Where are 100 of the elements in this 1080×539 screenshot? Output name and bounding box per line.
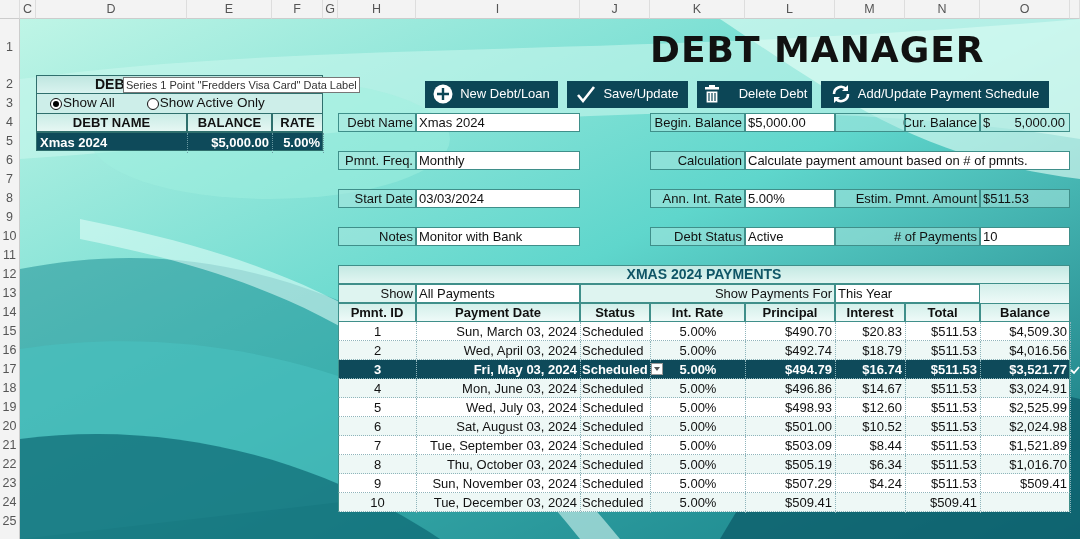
table-row[interactable]: 5 Wed, July 03, 2024 Scheduled 5.00% $498.93 $12.60 $511.53 $2,525.99 xyxy=(338,398,1070,417)
delete-button[interactable]: Delete Debt xyxy=(697,80,812,108)
dropdown-field[interactable]: All Payments xyxy=(416,284,580,303)
column-header[interactable]: F xyxy=(272,0,323,19)
table-row[interactable]: 8 Thu, October 03, 2024 Scheduled 5.00% $505.19 $6.34 $511.53 $1,016.70 xyxy=(338,455,1070,474)
row-header[interactable]: 16 xyxy=(0,341,20,360)
input-field[interactable]: Xmas 2024 xyxy=(416,113,580,132)
row-header[interactable]: 1 xyxy=(0,19,20,75)
table-cell: 5.00% xyxy=(273,133,324,153)
table-cell: $509.41 xyxy=(906,493,981,513)
dropdown-button[interactable] xyxy=(651,363,663,375)
row-header[interactable]: 21 xyxy=(0,436,20,455)
table-row[interactable]: Xmas 2024 $5,000.00 5.00% xyxy=(36,132,323,151)
row-header[interactable]: 20 xyxy=(0,417,20,436)
row-header[interactable]: 10 xyxy=(0,227,20,246)
column-header: BALANCE xyxy=(187,113,272,132)
column-header[interactable]: N xyxy=(905,0,980,19)
table-row[interactable]: 7 Tue, September 03, 2024 Scheduled 5.00% $503.09 $8.44 $511.53 $1,521.89 xyxy=(338,436,1070,455)
field-label: Notes xyxy=(338,227,416,246)
input-field[interactable]: Calculate payment amount based on # of pmnts. xyxy=(745,151,1070,170)
currency-symbol: $ xyxy=(983,113,991,132)
row-header[interactable]: 22 xyxy=(0,455,20,474)
radio-option[interactable]: Show Active Only xyxy=(146,93,265,114)
row-header[interactable]: 25 xyxy=(0,512,20,531)
table-cell: Scheduled xyxy=(581,493,651,513)
radio-option[interactable]: Show All xyxy=(50,93,115,114)
app-title: DEBT MANAGER xyxy=(650,32,986,68)
column-header[interactable]: G xyxy=(323,0,338,19)
column-header[interactable]: E xyxy=(187,0,272,19)
row-header[interactable]: 19 xyxy=(0,398,20,417)
table-row[interactable]: 6 Sat, August 03, 2024 Scheduled 5.00% $501.00 $10.52 $511.53 $2,024.98 xyxy=(338,417,1070,436)
field-label: Debt Status xyxy=(650,227,745,246)
input-field[interactable]: 03/03/2024 xyxy=(416,189,580,208)
radio-button[interactable] xyxy=(146,97,159,110)
column-header: Int. Rate xyxy=(650,303,745,322)
value-cell: $511.53 xyxy=(980,189,1070,208)
column-header: Status xyxy=(580,303,650,322)
filter-label: Show Payments For xyxy=(580,284,835,303)
column-header[interactable]: H xyxy=(338,0,416,19)
row-header[interactable]: 7 xyxy=(0,170,20,189)
caret-icon xyxy=(653,365,661,373)
row-header[interactable]: 23 xyxy=(0,474,20,493)
column-header[interactable]: D xyxy=(36,0,187,19)
row-header[interactable]: 18 xyxy=(0,379,20,398)
input-field[interactable]: $5,000.00 xyxy=(745,113,835,132)
field-label: Ann. Int. Rate xyxy=(650,189,745,208)
input-field[interactable]: 5.00% xyxy=(745,189,835,208)
row-header[interactable]: 2 xyxy=(0,75,20,94)
table-row[interactable]: 3 Fri, May 03, 2024 Scheduled 5.00% $494.79 $16.74 $511.53 $3,521.77 xyxy=(338,360,1070,379)
table-row[interactable]: 2 Wed, April 03, 2024 Scheduled 5.00% $492.74 $18.79 $511.53 $4,016.56 xyxy=(338,341,1070,360)
field-value: 5,000.00 xyxy=(1014,113,1065,132)
action-button[interactable]: Add/Update Payment Schedule xyxy=(821,80,1049,108)
table-row[interactable]: 4 Mon, June 03, 2024 Scheduled 5.00% $496.86 $14.67 $511.53 $3,024.91 xyxy=(338,379,1070,398)
table-row[interactable]: 10 Tue, December 03, 2024 Scheduled 5.00% $509.41 $509.41 xyxy=(338,493,1070,512)
field-label: Begin. Balance xyxy=(650,113,745,132)
row-header[interactable]: 14 xyxy=(0,303,20,322)
row-header[interactable]: 4 xyxy=(0,113,20,132)
row-header[interactable]: 24 xyxy=(0,493,20,512)
row-header[interactable]: 9 xyxy=(0,208,20,227)
column-header[interactable]: M xyxy=(835,0,905,19)
column-header[interactable]: O xyxy=(980,0,1070,19)
action-button[interactable]: Save/Update xyxy=(567,80,688,108)
action-button[interactable]: New Debt/Loan xyxy=(425,80,558,108)
row-header[interactable]: 12 xyxy=(0,265,20,284)
input-field[interactable]: Active xyxy=(745,227,835,246)
field-label: Estim. Pmnt. Amount xyxy=(835,189,980,208)
column-header: Interest xyxy=(835,303,905,322)
table-row[interactable]: 9 Sun, November 03, 2024 Scheduled 5.00% $507.29 $4.24 $511.53 $509.41 xyxy=(338,474,1070,493)
input-field[interactable]: 10 xyxy=(980,227,1070,246)
column-header[interactable]: K xyxy=(650,0,745,19)
radio-button[interactable] xyxy=(50,97,62,110)
table-cell: $5,000.00 xyxy=(188,133,273,153)
row-header[interactable]: 17 xyxy=(0,360,20,379)
row-header[interactable]: 11 xyxy=(0,246,20,265)
row-header[interactable]: 3 xyxy=(0,94,20,113)
input-field[interactable]: Monitor with Bank xyxy=(416,227,580,246)
table-cell: $509.41 xyxy=(746,493,836,513)
column-header: Total xyxy=(905,303,980,322)
table-cell: 5.00% xyxy=(651,493,746,513)
row-header[interactable]: 13 xyxy=(0,284,20,303)
field-label: Start Date xyxy=(338,189,416,208)
dropdown-field[interactable]: This Year xyxy=(835,284,980,303)
table-cell: Tue, December 03, 2024 xyxy=(417,493,581,513)
column-header[interactable]: C xyxy=(20,0,36,19)
check-icon xyxy=(576,84,597,104)
field-label: # of Payments xyxy=(835,227,980,246)
column-header: RATE xyxy=(272,113,323,132)
row-header[interactable]: 8 xyxy=(0,189,20,208)
table-cell: Xmas 2024 xyxy=(37,133,188,153)
column-header[interactable]: I xyxy=(416,0,580,19)
field-label: Debt Name xyxy=(338,113,416,132)
row-header[interactable]: 6 xyxy=(0,151,20,170)
column-header[interactable]: L xyxy=(745,0,835,19)
row-header[interactable]: 15 xyxy=(0,322,20,341)
input-field[interactable]: Monthly xyxy=(416,151,580,170)
column-header: Balance xyxy=(980,303,1070,322)
table-row[interactable]: 1 Sun, March 03, 2024 Scheduled 5.00% $490.70 $20.83 $511.53 $4,509.30 xyxy=(338,322,1070,341)
column-header: Principal xyxy=(745,303,835,322)
row-header[interactable]: 5 xyxy=(0,132,20,151)
column-header[interactable]: J xyxy=(580,0,650,19)
